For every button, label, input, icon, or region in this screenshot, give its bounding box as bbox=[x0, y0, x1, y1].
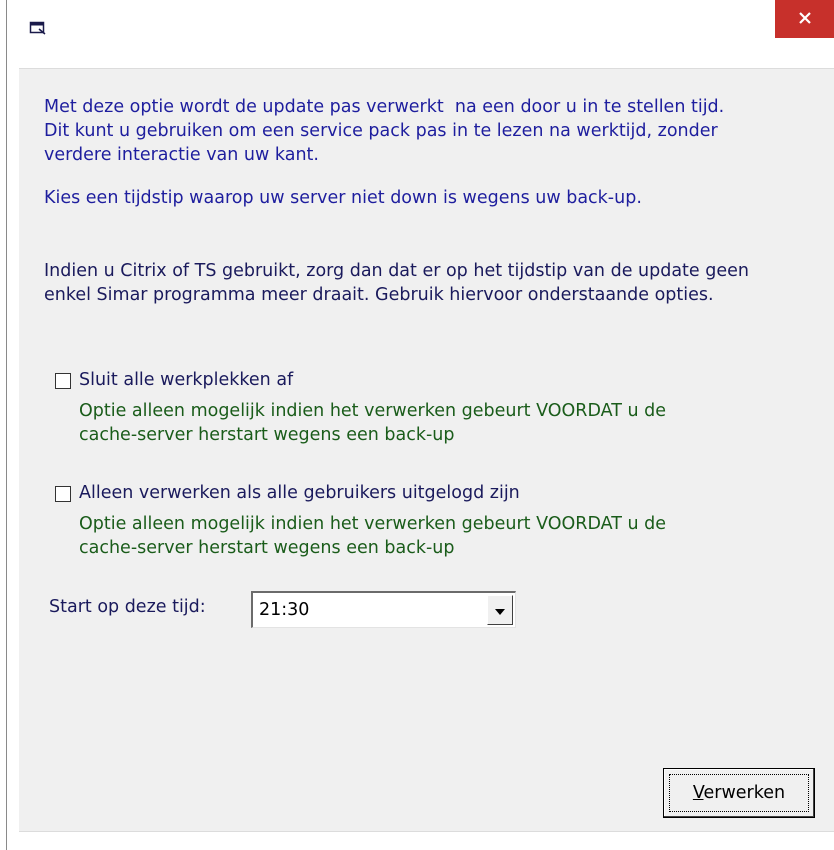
citrix-line-2: enkel Simar programma meer draait. Gebru… bbox=[44, 285, 714, 305]
process-button[interactable]: Verwerken bbox=[663, 768, 815, 818]
intro-line-3: verdere interactie van uw kant. bbox=[44, 145, 319, 165]
close-icon bbox=[798, 10, 812, 29]
start-time-value: 21:30 bbox=[259, 600, 310, 620]
window-icon bbox=[29, 20, 47, 36]
dropdown-arrow-icon bbox=[494, 601, 506, 620]
start-time-dropdown-button[interactable] bbox=[487, 595, 513, 625]
close-workstations-note-2: cache-server herstart wegens een back-up bbox=[79, 425, 455, 445]
process-button-rest: erwerken bbox=[703, 783, 786, 803]
close-button[interactable] bbox=[775, 0, 834, 38]
users-logged-out-label[interactable]: Alleen verwerken als alle gebruikers uit… bbox=[79, 481, 520, 505]
close-workstations-checkbox[interactable] bbox=[55, 373, 71, 389]
users-logged-out-checkbox[interactable] bbox=[55, 486, 71, 502]
citrix-line-1: Indien u Citrix of TS gebruikt, zorg dan… bbox=[44, 261, 749, 281]
close-workstations-note-1: Optie alleen mogelijk indien het verwerk… bbox=[79, 401, 667, 421]
users-logged-out-note-1: Optie alleen mogelijk indien het verwerk… bbox=[79, 514, 667, 534]
dialog-window: Met deze optie wordt de update pas verwe… bbox=[6, 0, 834, 850]
start-time-label: Start op deze tijd: bbox=[49, 597, 206, 617]
process-button-label: Verwerken bbox=[664, 781, 814, 805]
start-time-select[interactable]: 21:30 bbox=[251, 591, 516, 628]
title-bar[interactable] bbox=[7, 0, 834, 44]
close-workstations-label[interactable]: Sluit alle werkplekken af bbox=[79, 368, 293, 392]
intro-line-1: Met deze optie wordt de update pas verwe… bbox=[44, 97, 725, 117]
users-logged-out-note-2: cache-server herstart wegens een back-up bbox=[79, 538, 455, 558]
dialog-body: Met deze optie wordt de update pas verwe… bbox=[19, 68, 834, 832]
intro-line-2: Dit kunt u gebruiken om een service pack… bbox=[44, 121, 718, 141]
choose-time-text: Kies een tijdstip waarop uw server niet … bbox=[44, 188, 642, 208]
process-button-accel: V bbox=[692, 783, 704, 803]
